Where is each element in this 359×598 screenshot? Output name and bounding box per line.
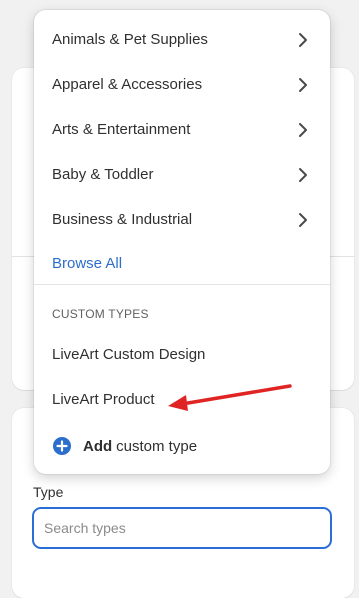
chevron-right-icon [294,166,312,184]
category-item-baby[interactable]: Baby & Toddler [34,152,330,197]
category-item-animals[interactable]: Animals & Pet Supplies [34,17,330,62]
category-label: Apparel & Accessories [52,76,203,93]
category-item-arts[interactable]: Arts & Entertainment [34,107,330,152]
category-label: Arts & Entertainment [52,121,191,138]
chevron-right-icon [294,211,312,229]
dropdown-divider [34,284,330,285]
chevron-right-icon [294,76,312,94]
custom-type-item-liveart-product[interactable]: LiveArt Product [52,391,155,408]
chevron-right-icon [294,31,312,49]
chevron-right-icon [294,121,312,139]
add-custom-type-strong: Add [83,437,113,455]
category-label: Business & Industrial [52,211,193,228]
add-custom-type-button[interactable]: Add custom type [52,435,197,457]
category-label: Animals & Pet Supplies [52,31,208,48]
type-search-input[interactable] [32,507,332,549]
category-item-apparel[interactable]: Apparel & Accessories [34,62,330,107]
custom-types-heading: CUSTOM TYPES [52,307,149,321]
custom-type-item-liveart-custom-design[interactable]: LiveArt Custom Design [52,346,205,363]
plus-circle-icon [53,437,71,455]
type-field-label: Type [33,484,64,500]
category-label: Baby & Toddler [52,166,154,183]
add-custom-type-text: custom type [116,437,198,455]
category-item-business[interactable]: Business & Industrial [34,197,330,242]
browse-all-link[interactable]: Browse All [52,255,122,272]
product-type-dropdown: Animals & Pet Supplies Apparel & Accesso… [34,10,330,474]
